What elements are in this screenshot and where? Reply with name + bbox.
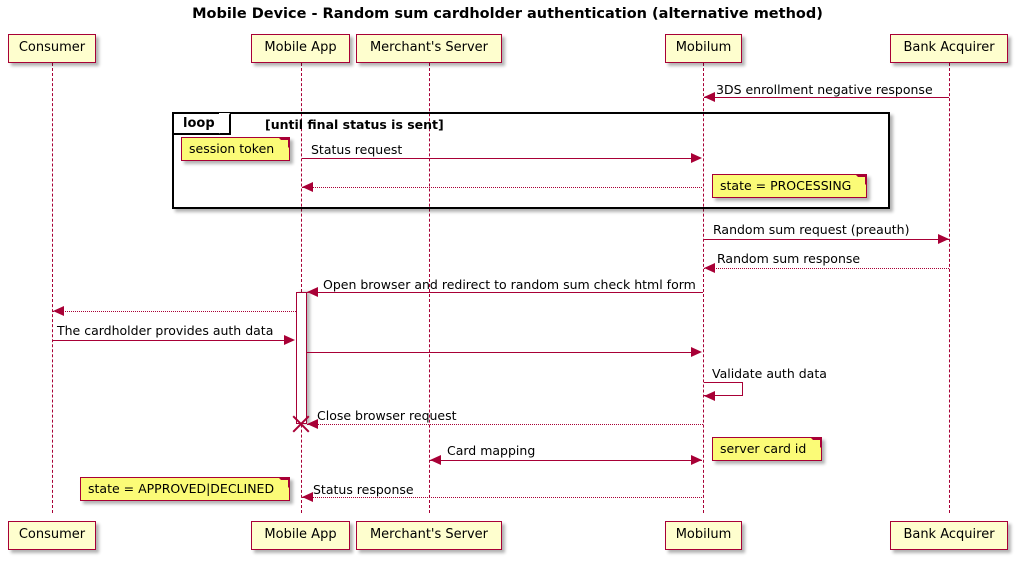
message-label-random-sum-response: Random sum response — [717, 251, 861, 266]
participant-consumer-top[interactable]: Consumer — [8, 34, 96, 63]
arrow-head-open-browser-redirect — [307, 287, 318, 297]
message-label-open-browser-redirect: Open browser and redirect to random sum … — [323, 277, 696, 292]
message-line-random-sum-request — [704, 239, 949, 240]
participant-mobilum-top[interactable]: Mobilum — [665, 34, 742, 63]
participant-mobileapp-bottom[interactable]: Mobile App — [251, 521, 350, 550]
sequence-diagram: Mobile Device - Random sum cardholder au… — [0, 0, 1015, 561]
message-label-random-sum-request: Random sum request (preauth) — [713, 222, 910, 237]
message-line-auth-data-to-mobilum — [307, 352, 698, 353]
lifeline-acquirer — [949, 63, 950, 513]
arrow-head-browser-to-consumer — [53, 306, 64, 316]
message-label-3ds-enrollment-negative-response: 3DS enrollment negative response — [716, 82, 933, 97]
message-line-open-browser-redirect — [307, 292, 703, 293]
activation-bar-mobileapp — [296, 292, 307, 424]
arrow-head-card-mapping-right — [691, 455, 702, 465]
participant-merchant-bottom[interactable]: Merchant's Server — [356, 521, 502, 550]
message-line-status-response — [302, 497, 702, 498]
participant-consumer-bottom[interactable]: Consumer — [8, 521, 96, 550]
participant-merchant-top[interactable]: Merchant's Server — [356, 34, 502, 63]
arrow-head-3ds-enrollment-negative-response — [704, 92, 715, 102]
note-state-approved-declined: state = APPROVED|DECLINED — [80, 477, 291, 501]
lifeline-consumer — [52, 63, 53, 513]
arrow-head-status-response — [302, 492, 313, 502]
message-line-cardholder-provides-auth-data — [53, 340, 285, 341]
participant-acquirer-bottom[interactable]: Bank Acquirer — [890, 521, 1008, 550]
arrow-head-random-sum-response — [704, 263, 715, 273]
note-state-processing: state = PROCESSING — [712, 174, 868, 198]
note-server-card-id: server card id — [712, 437, 823, 461]
destroy-marker-mobileapp — [290, 413, 312, 435]
message-line-card-mapping — [430, 460, 702, 461]
arrow-head-cardholder-provides-auth-data — [284, 335, 295, 345]
message-line-processing-response — [302, 187, 702, 188]
arrow-head-status-request — [691, 153, 702, 163]
message-label-status-request: Status request — [311, 142, 403, 157]
note-session-token: session token — [181, 137, 291, 161]
arrow-head-random-sum-request — [938, 234, 949, 244]
arrow-head-card-mapping-left — [430, 455, 441, 465]
message-label-card-mapping: Card mapping — [447, 443, 536, 458]
message-label-cardholder-provides-auth-data: The cardholder provides auth data — [57, 323, 274, 338]
message-label-status-response: Status response — [313, 482, 414, 497]
message-line-random-sum-response — [704, 268, 949, 269]
participant-mobileapp-top[interactable]: Mobile App — [251, 34, 350, 63]
arrow-head-processing-response — [302, 182, 313, 192]
message-label-close-browser-request: Close browser request — [317, 408, 457, 423]
arrow-head-auth-data-to-mobilum — [691, 347, 702, 357]
participant-mobilum-bottom[interactable]: Mobilum — [665, 521, 742, 550]
message-line-browser-to-consumer — [53, 311, 296, 312]
message-line-3ds-enrollment-negative-response — [704, 97, 949, 98]
loop-fragment-keyword: loop — [174, 113, 231, 135]
message-line-status-request — [302, 158, 698, 159]
arrow-head-validate-auth-data — [704, 391, 715, 401]
message-label-validate-auth-data: Validate auth data — [712, 366, 827, 381]
diagram-title: Mobile Device - Random sum cardholder au… — [192, 6, 823, 22]
loop-fragment-guard: [until final status is sent] — [265, 117, 444, 132]
message-line-close-browser-request — [307, 424, 703, 425]
participant-acquirer-top[interactable]: Bank Acquirer — [890, 34, 1008, 63]
